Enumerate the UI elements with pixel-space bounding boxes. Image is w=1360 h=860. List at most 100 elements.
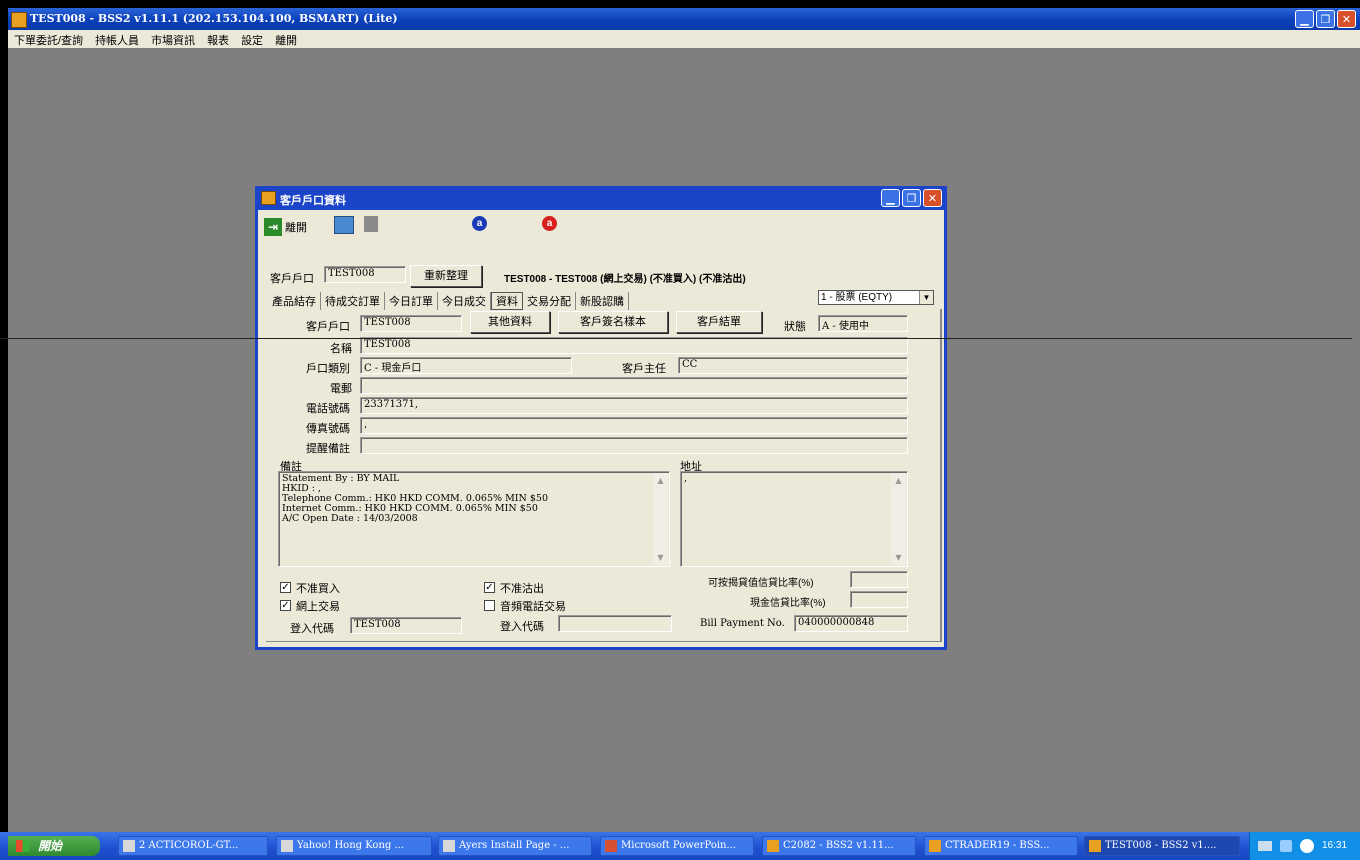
margin-ratio-field[interactable] [850, 571, 908, 588]
reminder-field[interactable] [360, 437, 908, 454]
info-b-icon[interactable]: a [542, 216, 557, 231]
taskbar-item-label: 2 ACTICOROL-GT... [139, 840, 239, 851]
menu-orders[interactable]: 下單委託/查詢 [8, 30, 89, 48]
dialog-restore-button[interactable]: ❐ [902, 189, 921, 207]
network-icon[interactable] [1258, 841, 1272, 851]
taskbar-item[interactable]: Microsoft PowerPoin... [600, 836, 754, 856]
chevron-down-icon: ▼ [919, 291, 933, 304]
taskbar: 開始 2 ACTICOROL-GT... Yahoo! Hong Kong ..… [0, 832, 1360, 860]
cash-ratio-field[interactable] [850, 591, 908, 608]
dialog-close-button[interactable]: ✕ [923, 189, 942, 207]
fax-label: 傳真號碼 [306, 423, 350, 435]
menu-reports[interactable]: 報表 [201, 30, 235, 48]
other-info-button[interactable]: 其他資料 [470, 311, 550, 333]
tab-info[interactable]: 資料 [491, 292, 523, 310]
tab-today-trades[interactable]: 今日成交 [438, 292, 491, 310]
market-select[interactable]: 1 - 股票 (EQTY) ▼ [818, 290, 934, 305]
start-label: 開始 [38, 839, 63, 853]
tab-strip: 產品結存 待成交訂單 今日訂單 今日成交 資料 交易分配 新股認購 [268, 292, 629, 310]
tab-pending-orders[interactable]: 待成交訂單 [321, 292, 385, 310]
no-buy-label: 不准買入 [296, 583, 340, 595]
login-code-field-1[interactable]: TEST008 [350, 617, 462, 634]
taskbar-item[interactable]: 2 ACTICOROL-GT... [118, 836, 268, 856]
taskbar-item-label: C2082 - BSS2 v1.11... [783, 840, 894, 851]
main-window-title: TEST008 - BSS2 v1.11.1 (202.153.104.100,… [30, 12, 398, 25]
tab-allocation[interactable]: 交易分配 [523, 292, 576, 310]
exit-button[interactable]: ⇥ 離開 [264, 218, 307, 236]
remarks-textarea[interactable]: Statement By : BY MAIL HKID : , Telephon… [278, 471, 670, 567]
login-code-label-2: 登入代碼 [500, 621, 544, 633]
minimize-button[interactable]: ▁ [1295, 10, 1314, 28]
window-icon [123, 840, 135, 852]
phone-trading-checkbox[interactable] [484, 600, 495, 611]
status-label: 狀態 [784, 321, 806, 333]
menu-market-info[interactable]: 市場資訊 [145, 30, 201, 48]
menu-settings[interactable]: 設定 [235, 30, 269, 48]
remarks-line: Statement By : BY MAIL [282, 473, 400, 484]
tab-ipo[interactable]: 新股認購 [576, 292, 629, 310]
clock[interactable]: 16:31 [1322, 840, 1347, 851]
name-field[interactable]: TEST008 [360, 337, 908, 354]
dialog-title: 客戶戶口資料 [280, 195, 346, 207]
online-trading-checkbox[interactable]: ✓ [280, 600, 291, 611]
info-a-icon[interactable]: a [472, 216, 487, 231]
scroll-down-icon[interactable]: ▼ [653, 550, 668, 565]
refresh-button[interactable]: 重新整理 [410, 265, 482, 287]
client-ledger-button[interactable]: 客戶結單 [676, 311, 762, 333]
dialog-minimize-button[interactable]: ▁ [881, 189, 900, 207]
account-type-field[interactable]: C - 現金戶口 [360, 357, 572, 374]
fax-field[interactable]: , [360, 417, 908, 434]
windows-flag-icon [16, 840, 29, 852]
taskbar-item[interactable]: Yahoo! Hong Kong ... [276, 836, 432, 856]
restore-button[interactable]: ❐ [1316, 10, 1335, 28]
phone-trading-label: 音頻電話交易 [500, 601, 566, 613]
start-button[interactable]: 開始 [8, 836, 100, 856]
client-account-label: 客戶戶口 [306, 321, 350, 333]
menu-exit[interactable]: 離開 [269, 30, 303, 48]
taskbar-item[interactable]: C2082 - BSS2 v1.11... [762, 836, 916, 856]
app-icon [1089, 840, 1101, 852]
account-input[interactable]: TEST008 [324, 266, 406, 283]
address-scrollbar[interactable]: ▲ ▼ [891, 473, 906, 565]
app-icon [929, 840, 941, 852]
volume-icon[interactable] [1300, 839, 1314, 853]
taskbar-item[interactable]: CTRADER19 - BSS... [924, 836, 1078, 856]
taskbar-item-label: Ayers Install Page - ... [459, 840, 570, 851]
exit-label: 離開 [285, 222, 307, 234]
scroll-up-icon[interactable]: ▲ [653, 473, 668, 488]
dialog-title-bar[interactable]: 客戶戶口資料 ▁ ❐ ✕ [258, 186, 944, 210]
document-icon[interactable] [364, 216, 378, 232]
monitor-icon[interactable] [334, 216, 354, 234]
main-title-bar[interactable]: TEST008 - BSS2 v1.11.1 (202.153.104.100,… [8, 8, 1360, 30]
no-buy-checkbox[interactable]: ✓ [280, 582, 291, 593]
email-field[interactable] [360, 377, 908, 394]
status-field[interactable]: A - 使用中 [818, 315, 908, 332]
market-select-value: 1 - 股票 (EQTY) [821, 292, 893, 303]
close-button[interactable]: ✕ [1337, 10, 1356, 28]
menu-staff[interactable]: 持帳人員 [89, 30, 145, 48]
email-label: 電郵 [330, 383, 352, 395]
address-textarea[interactable]: , ▲ ▼ [680, 471, 908, 567]
tab-today-orders[interactable]: 今日訂單 [385, 292, 438, 310]
pen-icon[interactable] [1280, 840, 1292, 852]
ae-field[interactable]: CC [678, 357, 908, 374]
online-trading-label: 網上交易 [296, 601, 340, 613]
bill-payment-field[interactable]: 040000000848 [794, 615, 908, 632]
taskbar-item[interactable]: Ayers Install Page - ... [438, 836, 592, 856]
client-account-field[interactable]: TEST008 [360, 315, 462, 332]
browser-icon [443, 840, 455, 852]
login-code-field-2[interactable] [558, 615, 672, 632]
dialog-icon [261, 191, 276, 205]
taskbar-item-active[interactable]: TEST008 - BSS2 v1.... [1084, 836, 1240, 856]
remarks-scrollbar[interactable]: ▲ ▼ [653, 473, 668, 565]
phone-field[interactable]: 23371371, [360, 397, 908, 414]
no-sell-label: 不准沽出 [500, 583, 544, 595]
signature-sample-button[interactable]: 客戶簽名樣本 [558, 311, 668, 333]
taskbar-item-label: TEST008 - BSS2 v1.... [1105, 840, 1217, 851]
scroll-down-icon[interactable]: ▼ [891, 550, 906, 565]
scroll-up-icon[interactable]: ▲ [891, 473, 906, 488]
tab-positions[interactable]: 產品結存 [268, 292, 321, 310]
no-sell-checkbox[interactable]: ✓ [484, 582, 495, 593]
taskbar-item-label: Yahoo! Hong Kong ... [297, 840, 405, 851]
reminder-label: 提醒備註 [306, 443, 350, 455]
